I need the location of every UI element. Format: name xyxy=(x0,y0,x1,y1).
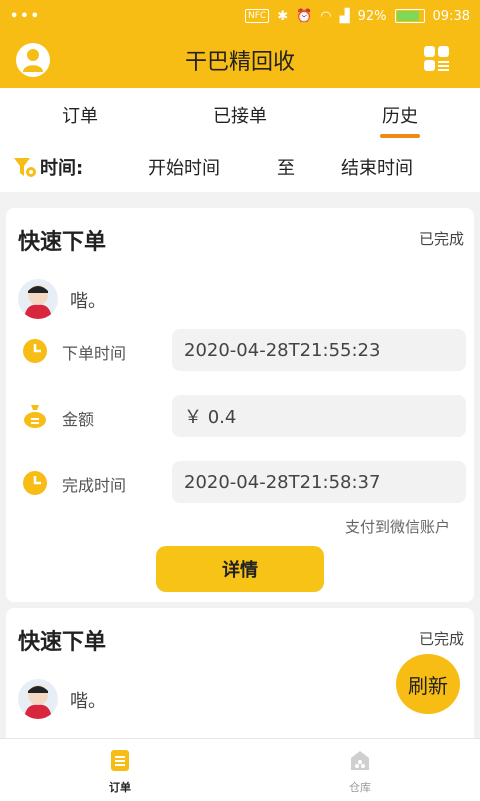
complete-time-value: 2020-04-28T21:58:37 xyxy=(172,461,466,503)
nav-item-orders[interactable]: 订单 xyxy=(0,739,240,801)
end-time-picker[interactable]: 结束时间 xyxy=(341,154,413,180)
clock-icon xyxy=(23,339,47,363)
order-time-label: 下单时间 xyxy=(62,344,127,363)
refresh-button[interactable]: 刷新 xyxy=(396,654,460,714)
grid-menu-icon[interactable] xyxy=(424,46,450,72)
app-title: 干巴精回收 xyxy=(184,50,295,75)
details-button[interactable]: 详情 xyxy=(156,546,324,592)
range-separator: 至 xyxy=(277,158,295,179)
nav-item-warehouse[interactable]: 仓库 xyxy=(240,739,480,801)
clock-icon xyxy=(23,471,47,495)
money-bag-icon xyxy=(24,405,46,428)
list-icon xyxy=(111,750,129,771)
alarm-icon: ⏰ xyxy=(296,8,313,24)
nav-label-warehouse: 仓库 xyxy=(349,781,371,794)
status-icons: NFC ✱ ⏰ ◠ ▟ 92% 09:38 xyxy=(244,8,470,24)
profile-button[interactable] xyxy=(16,43,50,77)
bottom-nav: 订单 仓库 xyxy=(0,738,480,801)
wifi-icon: ◠ xyxy=(320,8,332,24)
signal-icon: ▟ xyxy=(339,8,350,24)
start-time-picker[interactable]: 开始时间 xyxy=(148,154,220,180)
status-badge: 已完成 xyxy=(418,630,464,648)
order-title: 快速下单 xyxy=(18,230,107,255)
battery-icon xyxy=(394,9,425,23)
user-icon xyxy=(23,49,43,72)
notification-dots: ••• xyxy=(10,8,41,24)
order-card: 快速下单 已完成 喈。 下单时间 2020-04-28T21:55:23 金额 … xyxy=(6,208,474,602)
order-title: 快速下单 xyxy=(18,630,107,655)
status-badge: 已完成 xyxy=(418,230,464,248)
bluetooth-icon: ✱ xyxy=(277,8,289,24)
clock-time: 09:38 xyxy=(432,8,470,24)
order-time-value: 2020-04-28T21:55:23 xyxy=(172,329,466,371)
tab-history[interactable]: 历史 xyxy=(320,88,480,142)
user-avatar xyxy=(18,679,58,719)
user-name: 喈。 xyxy=(70,291,106,312)
amount-value: ￥ 0.4 xyxy=(172,395,466,437)
nfc-icon: NFC xyxy=(244,9,270,23)
order-tabs: 订单 已接单 历史 xyxy=(0,88,480,142)
battery-percent: 92% xyxy=(357,8,387,24)
warehouse-icon xyxy=(351,751,369,770)
filter-icon[interactable] xyxy=(14,158,36,178)
user-name: 喈。 xyxy=(70,691,106,712)
app-bar: 干巴精回收 xyxy=(0,32,480,88)
tab-orders[interactable]: 订单 xyxy=(0,88,160,142)
amount-label: 金额 xyxy=(62,410,95,429)
payment-method-note: 支付到微信账户 xyxy=(344,518,450,536)
tab-accepted[interactable]: 已接单 xyxy=(160,88,320,142)
time-filter: 时间: 开始时间 至 结束时间 xyxy=(0,142,480,192)
nav-label-orders: 订单 xyxy=(109,781,131,794)
status-bar: ••• NFC ✱ ⏰ ◠ ▟ 92% 09:38 xyxy=(0,0,480,32)
complete-time-label: 完成时间 xyxy=(62,476,127,495)
user-avatar xyxy=(18,279,58,319)
time-filter-label: 时间: xyxy=(40,158,84,179)
